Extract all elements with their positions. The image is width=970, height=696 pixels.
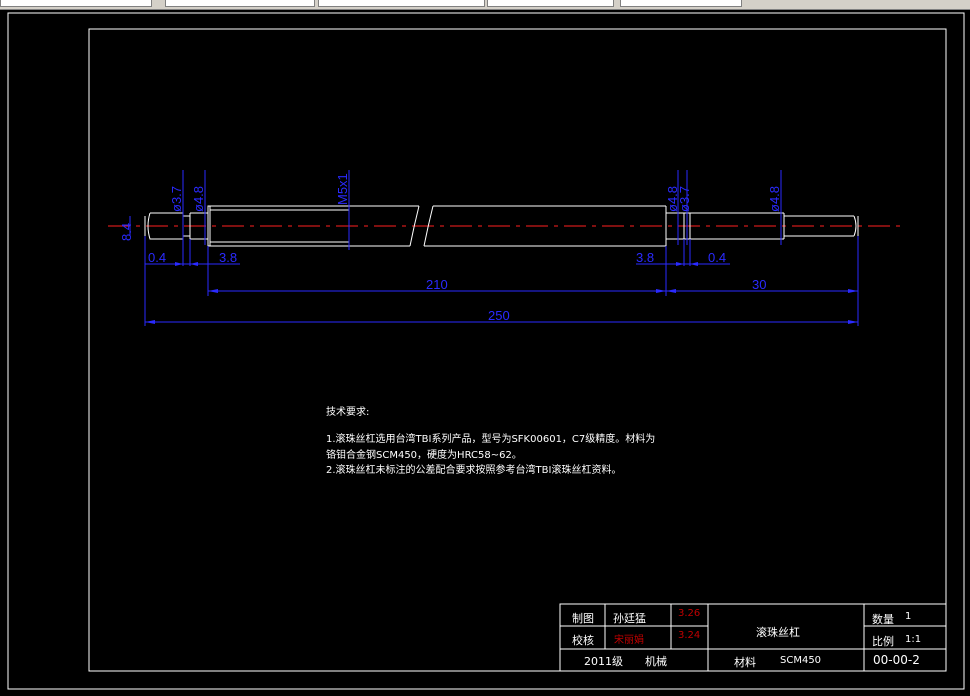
dim-len-250: 250 [488, 308, 510, 323]
tb-material-label: 材料 [734, 656, 756, 669]
linetype-dropdown[interactable] [318, 0, 485, 7]
cad-drawing[interactable]: 8.4 ø3.7 ø4.8 M5x1 ø4.8 ø3.7 ø4.8 0.4 3.… [0, 10, 970, 696]
dim-len-0-4-left: 0.4 [148, 250, 166, 265]
outer-sheet-border [7, 12, 965, 690]
color-dropdown[interactable] [165, 0, 315, 7]
dim-len-210: 210 [426, 277, 448, 292]
plotstyle-dropdown[interactable] [620, 0, 742, 7]
tech-req-line1: 1.滚珠丝杠选用台湾TBI系列产品，型号为SFK00601，C7级精度。材料为 [326, 434, 656, 445]
tech-req-title: 技术要求: [326, 407, 370, 418]
tb-check-date: 3.24 [678, 630, 701, 641]
dim-8-4: 8.4 [119, 223, 134, 241]
tb-drawing-no: 00-00-2 [873, 653, 920, 667]
dim-d3-7-right: ø3.7 [677, 186, 692, 212]
tb-major: 机械 [645, 655, 667, 668]
tb-scale-value: 1:1 [905, 634, 922, 645]
tb-check-name: 宋丽娟 [614, 635, 644, 646]
tb-material-value: SCM450 [780, 655, 822, 666]
dim-d4-8-left: ø4.8 [191, 186, 206, 212]
tb-drawn-name: 孙廷猛 [613, 612, 646, 625]
dim-len-3-8-right: 3.8 [636, 250, 654, 265]
layer-dropdown[interactable] [0, 0, 152, 7]
dim-len-30: 30 [752, 277, 766, 292]
tech-req-line3: 2.滚珠丝杠未标注的公差配合要求按照参考台湾TBI滚珠丝杠资料。 [326, 465, 622, 476]
tb-qty-label: 数量 [872, 613, 894, 626]
dim-thread-m5x1: M5x1 [335, 173, 350, 205]
drawing-frame [88, 28, 947, 672]
toolbar-strip [0, 0, 970, 10]
dim-len-0-4-right: 0.4 [708, 250, 726, 265]
tb-qty-value: 1 [905, 611, 912, 622]
tb-scale-label: 比例 [872, 635, 894, 648]
dim-d3-7-left: ø3.7 [169, 186, 184, 212]
tb-drawn-date: 3.26 [678, 608, 701, 619]
dim-d4-8-end: ø4.8 [767, 186, 782, 212]
tech-req-line2: 铬钼合金钢SCM450，硬度为HRC58~62。 [326, 450, 522, 461]
dimension-lines [129, 170, 859, 326]
tb-drawn-label: 制图 [572, 612, 594, 625]
tb-part-name: 滚珠丝杠 [756, 626, 800, 639]
dim-len-3-8-left: 3.8 [219, 250, 237, 265]
lineweight-dropdown[interactable] [487, 0, 614, 7]
tb-check-label: 校核 [572, 634, 594, 647]
tb-class: 2011级 [584, 655, 623, 668]
